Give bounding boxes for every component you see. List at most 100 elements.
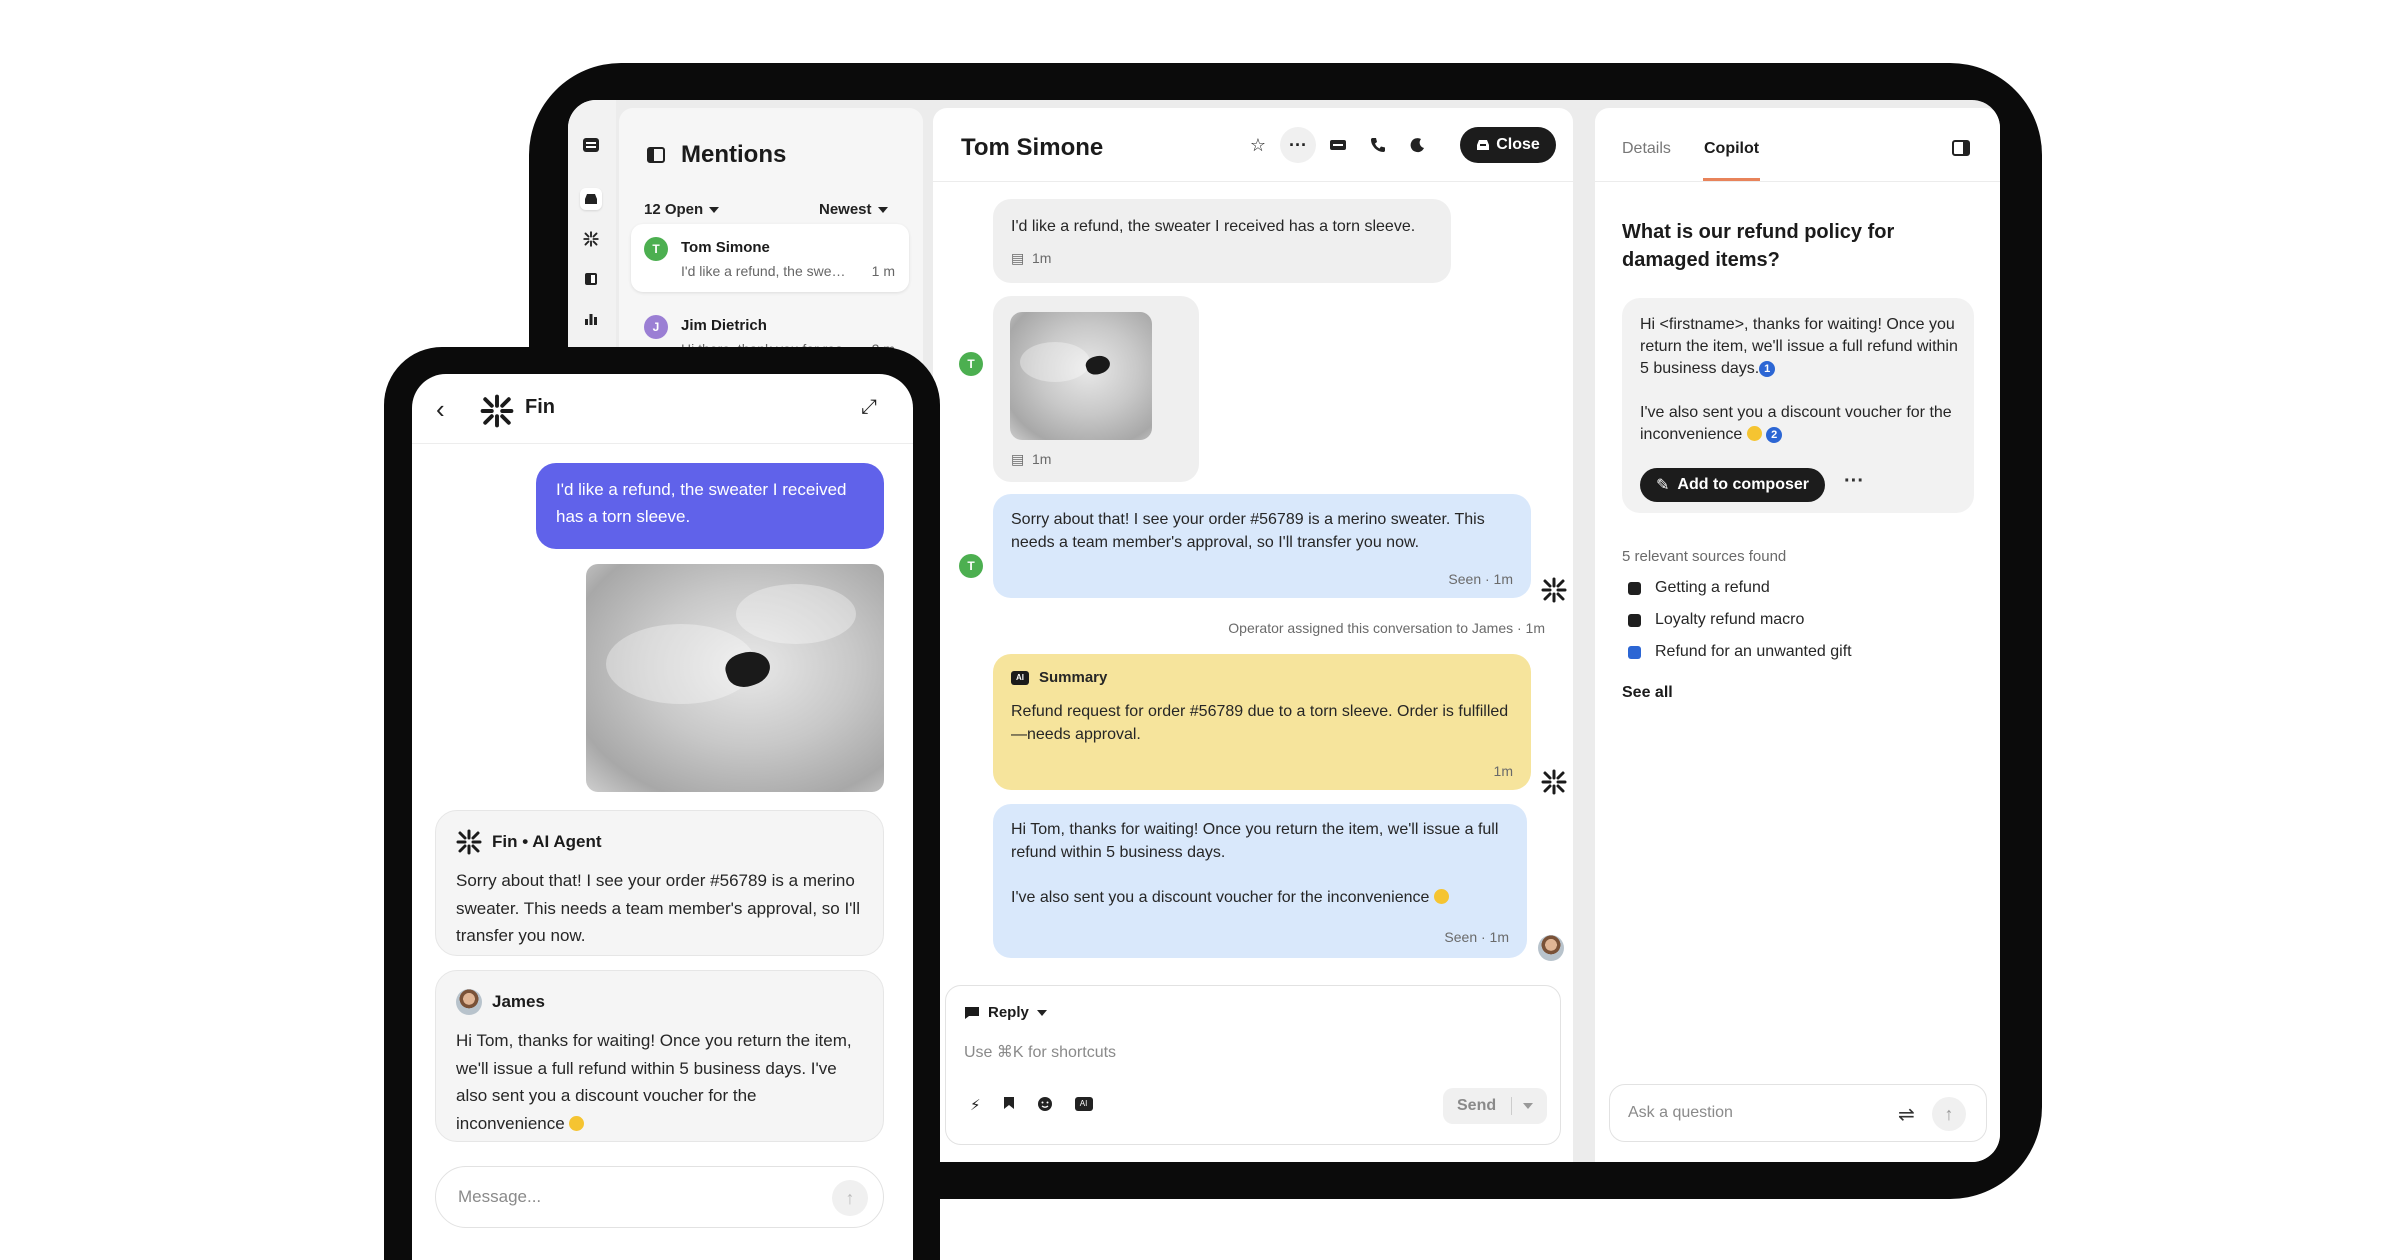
send-button[interactable]: Send bbox=[1443, 1088, 1547, 1124]
see-all-link[interactable]: See all bbox=[1622, 684, 1673, 702]
summary-text: Refund request for order #56789 due to a… bbox=[1011, 703, 1509, 743]
more-icon[interactable]: ··· bbox=[1280, 127, 1316, 163]
source-item[interactable]: Getting a refund bbox=[1628, 579, 1770, 597]
smile-emoji-icon bbox=[1746, 426, 1762, 441]
summary-note: AI Summary Refund request for order #567… bbox=[993, 654, 1531, 790]
caret-down-icon bbox=[1036, 1009, 1047, 1016]
send-label: Send bbox=[1457, 1097, 1497, 1114]
send-arrow-icon[interactable]: ↑ bbox=[832, 1180, 868, 1216]
workspace-icon[interactable] bbox=[580, 134, 602, 156]
caret-down-icon bbox=[877, 207, 888, 214]
summary-header: AI Summary bbox=[1011, 666, 1107, 689]
add-to-composer-label: Add to composer bbox=[1677, 476, 1809, 493]
conversation-header: Tom Simone ☆ ··· Close bbox=[933, 108, 1573, 182]
conversation-snippet: I'd like a refund, the swe… bbox=[681, 263, 846, 279]
ask-placeholder: Ask a question bbox=[1628, 1104, 1733, 1121]
tab-copilot[interactable]: Copilot bbox=[1704, 140, 1759, 158]
message-text: Sorry about that! I see your order #5678… bbox=[456, 871, 860, 945]
message-meta: Seen · 1m bbox=[1444, 929, 1509, 945]
inbox-icon[interactable] bbox=[580, 188, 602, 210]
caret-down-icon bbox=[709, 207, 720, 214]
snooze-icon[interactable] bbox=[1400, 127, 1436, 163]
sweater-photo[interactable] bbox=[1010, 312, 1152, 440]
inbox-title: Mentions bbox=[681, 141, 787, 168]
bookmark-icon[interactable] bbox=[1003, 1096, 1015, 1116]
fin-logo-icon bbox=[1541, 769, 1567, 795]
article-icon bbox=[1628, 613, 1641, 627]
message-text: Hi Tom, thanks for waiting! Once you ret… bbox=[1011, 821, 1499, 861]
conversation-time: 1 m bbox=[871, 263, 895, 279]
filter-icon[interactable]: ⇌ bbox=[1898, 1102, 1915, 1127]
source-reference-badge[interactable]: 1 bbox=[1759, 361, 1776, 377]
answer-text: Hi <firstname>, thanks for waiting! Once… bbox=[1640, 316, 1958, 377]
copilot-question: What is our refund policy for damaged it… bbox=[1622, 221, 1895, 271]
message-text-2: I've also sent you a discount voucher fo… bbox=[1011, 886, 1511, 909]
reply-composer[interactable]: Reply Use ⌘K for shortcuts ⚡ AI Send bbox=[945, 985, 1561, 1145]
voucher-text: I've also sent you a discount voucher fo… bbox=[1011, 889, 1430, 906]
copilot-answer-1: Hi <firstname>, thanks for waiting! Once… bbox=[1640, 314, 1958, 380]
conversation-panel: Tom Simone ☆ ··· Close T I'd like a refu… bbox=[933, 108, 1573, 1162]
close-label: Close bbox=[1496, 136, 1540, 153]
open-filter[interactable]: 12 Open bbox=[644, 201, 720, 218]
add-to-composer-button[interactable]: ✎ Add to composer bbox=[1640, 468, 1825, 502]
customer-avatar: T bbox=[959, 554, 983, 578]
sources-header: 5 relevant sources found bbox=[1622, 548, 1787, 565]
sort-filter-label: Newest bbox=[819, 201, 872, 218]
source-label: Getting a refund bbox=[1655, 579, 1770, 596]
reply-label: Reply bbox=[988, 1004, 1029, 1021]
messenger-title: Fin bbox=[525, 396, 555, 418]
more-icon[interactable]: ··· bbox=[1844, 470, 1864, 493]
message-meta: ▤ 1m bbox=[1011, 247, 1051, 270]
reply-mode-selector[interactable]: Reply bbox=[964, 1004, 1047, 1021]
copilot-panel: Details Copilot What is our refund polic… bbox=[1595, 108, 2000, 1162]
panel-toggle-icon[interactable] bbox=[1952, 140, 1970, 156]
message-icon: ▤ bbox=[1011, 451, 1025, 467]
ai-icon[interactable]: AI bbox=[1074, 1097, 1093, 1111]
conversation-title: Tom Simone bbox=[961, 134, 1104, 161]
copilot-answer-card: Hi <firstname>, thanks for waiting! Once… bbox=[1622, 298, 1974, 513]
lightning-icon[interactable]: ⚡ bbox=[970, 1096, 981, 1116]
emoji-icon[interactable] bbox=[1037, 1096, 1053, 1116]
message-placeholder: Message... bbox=[458, 1187, 542, 1206]
fin-icon[interactable] bbox=[580, 228, 602, 250]
source-label: Refund for an unwanted gift bbox=[1655, 643, 1852, 660]
send-arrow-icon[interactable]: ↑ bbox=[1932, 1097, 1966, 1131]
close-button[interactable]: Close bbox=[1460, 127, 1556, 163]
phone-screen: ‹ Fin ⤢ I'd like a refund, the sweater I… bbox=[412, 374, 913, 1260]
messenger-header: ‹ Fin ⤢ bbox=[412, 374, 913, 444]
expand-icon[interactable]: ⤢ bbox=[861, 396, 877, 419]
source-item[interactable]: Loyalty refund macro bbox=[1628, 611, 1804, 629]
conversation-name: Jim Dietrich bbox=[681, 317, 767, 334]
source-item[interactable]: Refund for an unwanted gift bbox=[1628, 643, 1852, 661]
sort-filter[interactable]: Newest bbox=[819, 201, 888, 218]
ai-icon: AI bbox=[1011, 670, 1029, 685]
inbox-icon bbox=[1477, 140, 1490, 150]
fin-message: Sorry about that! I see your order #5678… bbox=[993, 494, 1531, 598]
message-text: I'd like a refund, the sweater I receive… bbox=[1011, 218, 1416, 235]
message-icon: ▤ bbox=[1011, 250, 1025, 266]
message-input[interactable]: Message... ↑ bbox=[435, 1166, 884, 1228]
agent-avatar bbox=[1538, 935, 1564, 961]
smile-emoji-icon bbox=[569, 1115, 585, 1131]
fin-message-card: Fin • AI Agent Sorry about that! I see y… bbox=[435, 810, 884, 956]
back-icon[interactable]: ‹ bbox=[436, 394, 445, 425]
sweater-photo[interactable] bbox=[586, 564, 884, 792]
message-meta: ▤ 1m bbox=[1011, 448, 1051, 471]
copilot-answer-2: I've also sent you a discount voucher fo… bbox=[1640, 402, 1958, 446]
message-text: Sorry about that! I see your order #5678… bbox=[1011, 511, 1485, 551]
answer-text: I've also sent you a discount voucher fo… bbox=[1640, 404, 1952, 443]
phone-icon[interactable] bbox=[1360, 127, 1396, 163]
chat-icon bbox=[965, 1006, 979, 1019]
reports-icon[interactable] bbox=[580, 308, 602, 330]
conversation-name: Tom Simone bbox=[681, 239, 770, 256]
tab-details[interactable]: Details bbox=[1622, 140, 1671, 158]
conversation-item[interactable]: T Tom Simone I'd like a refund, the swe…… bbox=[631, 224, 909, 292]
summary-title: Summary bbox=[1039, 669, 1108, 686]
knowledge-icon[interactable] bbox=[580, 268, 602, 290]
source-reference-badge[interactable]: 2 bbox=[1766, 427, 1783, 443]
caret-down-icon[interactable] bbox=[1523, 1103, 1533, 1109]
ask-question-input[interactable]: Ask a question ⇌ ↑ bbox=[1609, 1084, 1987, 1142]
sidebar-toggle-icon[interactable] bbox=[647, 147, 665, 163]
star-icon[interactable]: ☆ bbox=[1240, 127, 1276, 163]
ticket-icon[interactable] bbox=[1320, 127, 1356, 163]
